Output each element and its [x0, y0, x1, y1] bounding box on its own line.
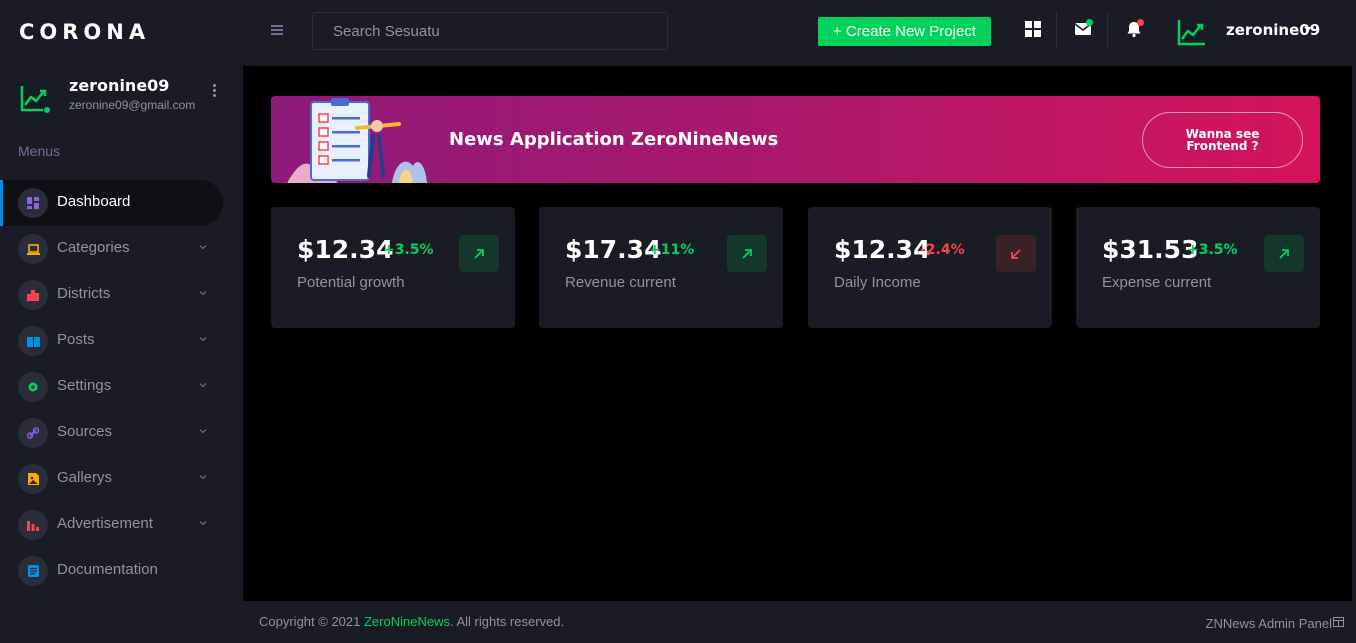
sidebar-item-settings[interactable]: Settings: [0, 364, 243, 410]
stat-value: $17.34: [565, 235, 662, 264]
stat-label: Expense current: [1102, 274, 1212, 291]
sidebar-item-categories[interactable]: Categories: [0, 226, 243, 272]
arrow-up-right-icon: [459, 235, 499, 272]
sidebar-item-dashboard[interactable]: Dashboard: [0, 180, 243, 226]
copyright-suffix: . All rights reserved.: [449, 614, 565, 629]
sidebar-item-label: Sources: [57, 423, 113, 440]
sidebar-item-label: Posts: [57, 331, 95, 348]
topbar-divider: [1056, 12, 1057, 49]
grid-icon[interactable]: [1024, 20, 1042, 38]
search-input[interactable]: [312, 12, 668, 50]
footer-admin-panel-text: ZNNews Admin Panel: [1205, 616, 1332, 631]
brand-logo[interactable]: CORONA: [19, 20, 150, 44]
user-avatar[interactable]: [1176, 17, 1208, 47]
gear-icon: [18, 372, 48, 402]
stat-change: +3.5%: [1187, 242, 1238, 258]
see-frontend-button[interactable]: Wanna see Frontend ?: [1142, 112, 1303, 168]
stat-label: Potential growth: [297, 274, 405, 291]
stat-card-revenue-current: $17.34 +11% Revenue current: [539, 207, 783, 328]
table-icon: [1333, 617, 1344, 627]
profile-name: zeronine09: [69, 76, 170, 95]
image-icon: [18, 464, 48, 494]
sidebar-item-sources[interactable]: Sources: [0, 410, 243, 456]
laptop-icon: [18, 234, 48, 264]
document-icon: [18, 556, 48, 586]
sidebar-item-documentation[interactable]: Documentation: [0, 548, 243, 594]
sidebar-item-label: Documentation: [57, 561, 158, 578]
chevron-down-icon: [199, 429, 207, 434]
checklist-illustration: [287, 98, 427, 183]
sidebar-item-gallerys[interactable]: Gallerys: [0, 456, 243, 502]
topbar-divider: [1107, 12, 1108, 49]
sidebar-profile: zeronine09 zeronine09@gmail.com: [0, 72, 243, 122]
scrollbar[interactable]: [1352, 0, 1356, 643]
promo-banner: News Application ZeroNineNews Wanna see …: [271, 96, 1320, 183]
bar-chart-icon: [18, 510, 48, 540]
menus-section-label: Menus: [18, 143, 61, 159]
sidebar-item-districts[interactable]: Districts: [0, 272, 243, 318]
sidebar-item-label: Dashboard: [57, 193, 131, 210]
stat-card-potential-growth: $12.34 +3.5% Potential growth: [271, 207, 515, 328]
profile-avatar[interactable]: [19, 82, 51, 114]
copyright-text: Copyright © 2021 ZeroNineNews. All right…: [259, 614, 564, 629]
footer: Copyright © 2021 ZeroNineNews. All right…: [243, 601, 1352, 643]
sidebar-item-label: Categories: [57, 239, 130, 256]
book-icon: [18, 326, 48, 356]
stat-label: Daily Income: [834, 274, 921, 291]
stat-card-daily-income: $12.34 -2.4% Daily Income: [808, 207, 1052, 328]
sidebar-item-label: Settings: [57, 377, 112, 394]
footer-brand-link[interactable]: ZeroNineNews: [364, 614, 450, 629]
copyright-prefix: Copyright © 2021: [259, 614, 364, 629]
sidebar: CORONA zeronine09 zeronine09@gmail.com M…: [0, 0, 243, 643]
menu-toggle-icon[interactable]: [271, 25, 283, 35]
stat-value: $12.34: [297, 235, 394, 264]
sidebar-item-label: Districts: [57, 285, 111, 302]
dashboard-icon: [18, 188, 48, 218]
app-root: CORONA zeronine09 zeronine09@gmail.com M…: [0, 0, 1356, 643]
stat-value: $12.34: [834, 235, 931, 264]
buildings-icon: [18, 280, 48, 310]
notification-badge: [1137, 19, 1144, 26]
stat-change: +3.5%: [383, 242, 434, 258]
sidebar-item-posts[interactable]: Posts: [0, 318, 243, 364]
stat-change: +11%: [649, 242, 695, 258]
topbar: + Create New Project zeronine09: [243, 0, 1356, 66]
arrow-up-right-icon: [727, 235, 767, 272]
chevron-down-icon: [199, 245, 207, 250]
banner-title: News Application ZeroNineNews: [449, 129, 779, 150]
sidebar-item-label: Gallerys: [57, 469, 113, 486]
chevron-down-icon: [199, 291, 207, 296]
profile-email: zeronine09@gmail.com: [69, 98, 196, 112]
arrow-down-left-icon: [996, 235, 1036, 272]
chevron-down-icon: [199, 521, 207, 526]
chevron-down-icon: [199, 337, 207, 342]
more-vertical-icon[interactable]: [209, 84, 219, 104]
sidebar-item-label: Advertisement: [57, 515, 153, 532]
chevron-down-icon: [199, 475, 207, 480]
trending-up-icon: [1177, 20, 1205, 46]
arrow-up-right-icon: [1264, 235, 1304, 272]
link-icon: [18, 418, 48, 448]
create-project-button[interactable]: + Create New Project: [818, 17, 991, 46]
caret-down-icon[interactable]: [1304, 27, 1312, 31]
online-status-dot: [43, 106, 51, 114]
sidebar-nav: Dashboard Categories Districts Posts Set…: [0, 180, 243, 594]
stat-value: $31.53: [1102, 235, 1199, 264]
stat-change: -2.4%: [920, 242, 965, 258]
mail-badge: [1086, 19, 1093, 26]
chevron-down-icon: [199, 383, 207, 388]
sidebar-item-advertisement[interactable]: Advertisement: [0, 502, 243, 548]
stat-label: Revenue current: [565, 274, 676, 291]
stat-card-expense-current: $31.53 +3.5% Expense current: [1076, 207, 1320, 328]
